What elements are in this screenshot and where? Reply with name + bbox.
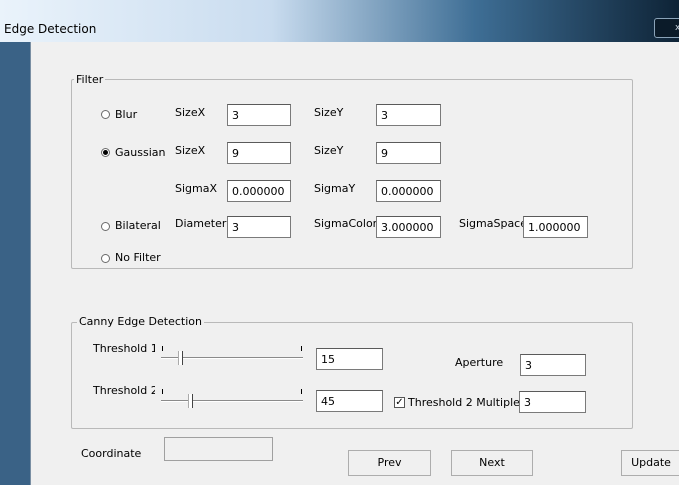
bilateral-diameter-label: Diameter [175, 217, 227, 230]
blur-sizey-input[interactable]: 3 [376, 104, 441, 126]
prev-button[interactable]: Prev [348, 450, 431, 476]
bilateral-sigmaspace-input[interactable]: 1.000000 [523, 216, 588, 238]
threshold2-multiple-checkbox[interactable]: ✓ [394, 397, 405, 408]
gaussian-sizex-input[interactable]: 9 [227, 142, 291, 164]
gaussian-sigmax-label: SigmaX [175, 182, 218, 195]
threshold1-label: Threshold 1 [93, 342, 155, 355]
coordinate-label: Coordinate [81, 447, 142, 460]
aperture-input[interactable]: 3 [520, 354, 586, 376]
threshold2-slider-thumb[interactable] [188, 394, 193, 408]
nofilter-radio[interactable] [101, 254, 110, 263]
threshold2-input[interactable]: 45 [316, 390, 383, 412]
window-title: Edge Detection [4, 22, 97, 36]
bilateral-label: Bilateral [115, 219, 161, 232]
aperture-label: Aperture [455, 356, 504, 369]
gaussian-sigmay-label: SigmaY [314, 182, 356, 195]
blur-sizey-label: SizeY [314, 106, 344, 119]
threshold2-tick-min [162, 389, 163, 394]
filter-group-label: Filter [74, 73, 106, 86]
blur-sizex-label: SizeX [175, 106, 206, 119]
threshold2-multiple-label: Threshold 2 Multiple [408, 396, 520, 409]
blur-radio[interactable] [101, 110, 110, 119]
coordinate-field [164, 437, 273, 461]
bilateral-sigmacolor-label: SigmaColor [314, 217, 378, 230]
gaussian-sizey-input[interactable]: 9 [376, 142, 441, 164]
threshold1-tick-min [162, 346, 163, 351]
bilateral-sigmacolor-input[interactable]: 3.000000 [376, 216, 441, 238]
canny-group-label: Canny Edge Detection [77, 315, 204, 328]
update-button[interactable]: Update [621, 450, 679, 476]
bilateral-diameter-input[interactable]: 3 [227, 216, 291, 238]
dialog-client-area: Filter Blur SizeX 3 SizeY 3 Gaussian Siz… [30, 42, 679, 485]
gaussian-label: Gaussian [115, 146, 166, 159]
gaussian-sigmax-input[interactable]: 0.000000 [227, 180, 291, 202]
bilateral-radio[interactable] [101, 222, 110, 231]
blur-sizex-input[interactable]: 3 [227, 104, 291, 126]
title-bar[interactable]: Edge Detection x [0, 0, 679, 42]
threshold2-slider-track[interactable] [161, 400, 303, 402]
nofilter-label: No Filter [115, 251, 161, 264]
gaussian-sizey-label: SizeY [314, 144, 344, 157]
filter-group [71, 79, 633, 269]
gaussian-radio[interactable] [101, 148, 110, 157]
threshold2-label: Threshold 2 [93, 384, 155, 397]
gaussian-sigmay-input[interactable]: 0.000000 [376, 180, 441, 202]
threshold1-input[interactable]: 15 [316, 348, 383, 370]
next-button[interactable]: Next [451, 450, 533, 476]
gaussian-sizex-label: SizeX [175, 144, 206, 157]
blur-label: Blur [115, 108, 138, 121]
bilateral-sigmaspace-label: SigmaSpace [459, 217, 527, 230]
threshold1-tick-max [301, 346, 302, 351]
threshold1-slider-thumb[interactable] [178, 351, 183, 365]
close-icon[interactable]: x [654, 18, 679, 38]
threshold2-tick-max [301, 389, 302, 394]
threshold2-multiple-input[interactable]: 3 [519, 391, 586, 413]
edge-detection-window: Edge Detection x Filter Blur SizeX 3 Siz… [0, 0, 679, 485]
